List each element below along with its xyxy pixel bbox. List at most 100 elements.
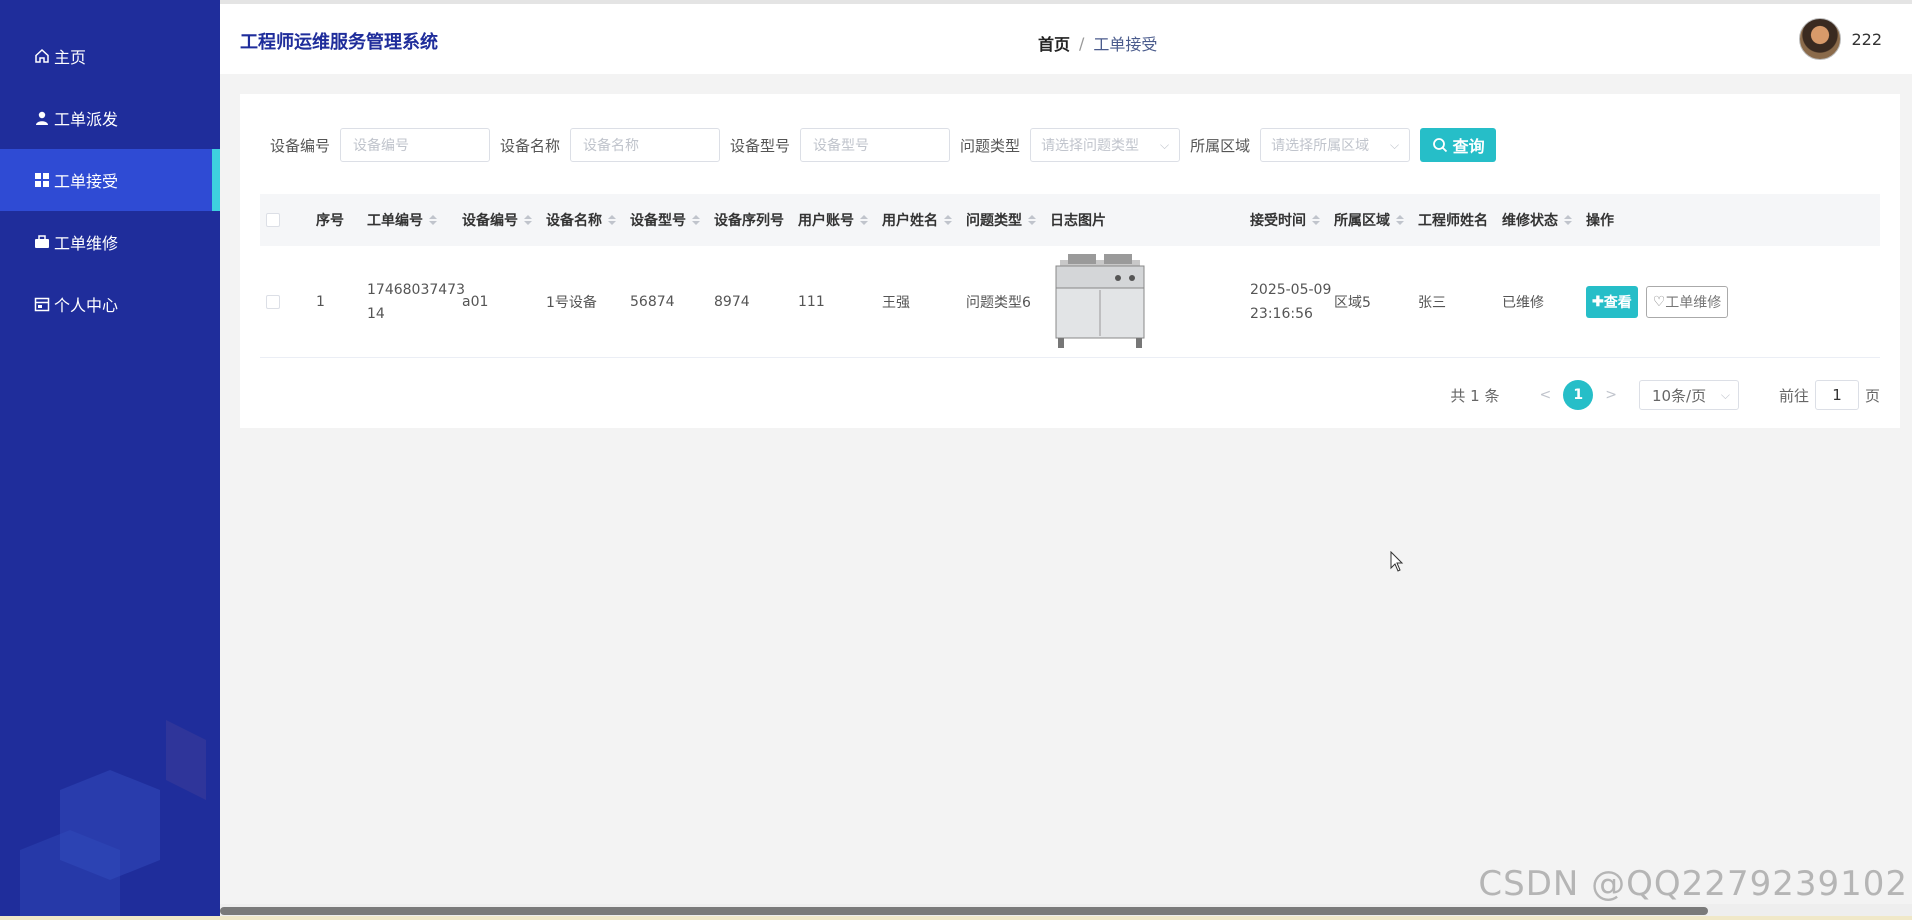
user-icon — [34, 110, 50, 126]
header-user-name[interactable]: 用户姓名 — [882, 210, 966, 230]
sidebar-item-accept[interactable]: 工单接受 — [0, 149, 220, 211]
header-label: 用户账号 — [798, 213, 854, 229]
page-size-value: 10条/页 — [1651, 386, 1707, 405]
breadcrumb-separator: / — [1079, 33, 1085, 53]
header-label: 设备型号 — [630, 213, 686, 229]
mouse-cursor-icon — [1390, 551, 1404, 572]
search-label-device-model: 设备型号 — [730, 136, 791, 155]
sidebar-item-dispatch[interactable]: 工单派发 — [0, 87, 220, 149]
header-device-name[interactable]: 设备名称 — [546, 210, 630, 230]
header-label: 工程师姓名 — [1418, 213, 1488, 229]
goto-page-input[interactable]: 1 — [1814, 380, 1859, 410]
sidebar-decoration — [20, 720, 206, 920]
header-label: 日志图片 — [1050, 213, 1106, 229]
header-label: 设备名称 — [546, 213, 602, 229]
cell-device-no: a01 — [462, 293, 489, 310]
query-button[interactable]: 查询 — [1420, 128, 1497, 162]
accept-clock: 23:16:56 — [1250, 305, 1313, 322]
log-image-thumbnail[interactable] — [1050, 253, 1150, 350]
horizontal-scrollbar[interactable] — [220, 904, 1912, 916]
region-placeholder: 请选择所属区域 — [1271, 138, 1370, 154]
select-all-checkbox[interactable] — [266, 213, 280, 227]
cell-problem-type: 问题类型6 — [966, 294, 1031, 311]
breadcrumb-current: 工单接受 — [1093, 35, 1158, 54]
header-problem-type[interactable]: 问题类型 — [966, 210, 1050, 230]
search-label-problem-type: 问题类型 — [960, 136, 1021, 155]
header-log-image: 日志图片 — [1050, 210, 1250, 230]
goto-label: 前往 — [1778, 386, 1809, 405]
header-label: 设备编号 — [462, 213, 518, 229]
device-no-input[interactable]: 设备编号 — [340, 128, 491, 162]
header-status[interactable]: 维修状态 — [1502, 210, 1586, 230]
cell-region: 区域5 — [1334, 294, 1371, 311]
page-size-select[interactable]: 10条/页 ⌵ — [1638, 380, 1739, 410]
user-menu[interactable]: 222 — [1799, 18, 1882, 60]
scrollbar-thumb[interactable] — [220, 907, 1708, 915]
repair-label: 工单维修 — [1665, 293, 1722, 310]
content-card: 设备编号 设备编号 设备名称 设备名称 设备型号 设备型号 问题类型 请选择问题… — [240, 94, 1900, 428]
device-name-input[interactable]: 设备名称 — [570, 128, 721, 162]
sort-icon[interactable] — [429, 215, 437, 225]
header-order-no[interactable]: 工单编号 — [367, 210, 462, 230]
sort-icon[interactable] — [944, 215, 952, 225]
table-row: 1 17468037473 14 a01 1号设备 56874 8974 111 … — [260, 246, 1880, 358]
sidebar-item-repair[interactable]: 工单维修 — [0, 211, 220, 273]
sidebar-item-label: 个人中心 — [54, 296, 119, 315]
header-device-serial: 设备序列号 — [714, 210, 798, 230]
header-device-no[interactable]: 设备编号 — [462, 210, 546, 230]
breadcrumb-home[interactable]: 首页 — [1038, 31, 1070, 55]
sidebar: 主页 工单派发 工单接受 工单维修 个人中心 — [0, 0, 220, 920]
cell-actions: ✚ 查看 ♡ 工单维修 — [1586, 285, 1756, 318]
avatar[interactable] — [1799, 18, 1842, 60]
sort-icon[interactable] — [692, 215, 700, 225]
pagination: 共 1 条 < 1 > 10条/页 ⌵ 前往 1 页 — [1450, 380, 1880, 410]
sidebar-item-label: 工单派发 — [54, 110, 119, 129]
grid-icon — [34, 172, 50, 188]
username: 222 — [1851, 29, 1882, 49]
header-label: 维修状态 — [1502, 213, 1558, 229]
cell-order-no: 17468037473 14 — [367, 278, 465, 326]
header-region[interactable]: 所属区域 — [1334, 210, 1418, 230]
device-model-input[interactable]: 设备型号 — [800, 128, 951, 162]
header-device-model[interactable]: 设备型号 — [630, 210, 714, 230]
cell-device-name: 1号设备 — [546, 294, 597, 311]
problem-type-select[interactable]: 请选择问题类型 ⌵ — [1030, 128, 1181, 162]
bottom-strip — [0, 916, 1912, 920]
cell-device-model: 56874 — [630, 293, 675, 310]
sort-icon[interactable] — [1028, 215, 1036, 225]
sort-icon[interactable] — [608, 215, 616, 225]
header-accept-time[interactable]: 接受时间 — [1250, 210, 1334, 230]
home-icon — [34, 48, 50, 64]
calendar-icon — [34, 296, 50, 312]
view-button[interactable]: ✚ 查看 — [1586, 285, 1638, 318]
sort-icon[interactable] — [1396, 215, 1404, 225]
sidebar-menu: 主页 工单派发 工单接受 工单维修 个人中心 — [0, 25, 220, 335]
header-label: 序号 — [316, 213, 344, 229]
sort-icon[interactable] — [524, 215, 532, 225]
sort-icon[interactable] — [1564, 215, 1572, 225]
prev-page-icon[interactable]: < — [1540, 387, 1552, 403]
sidebar-item-profile[interactable]: 个人中心 — [0, 273, 220, 335]
sort-icon[interactable] — [1312, 215, 1320, 225]
row-checkbox[interactable] — [266, 294, 280, 309]
cell-accept-time: 2025-05-09 23:16:56 — [1250, 278, 1334, 326]
next-page-icon[interactable]: > — [1605, 387, 1617, 403]
header-label: 所属区域 — [1334, 213, 1390, 229]
sidebar-item-home[interactable]: 主页 — [0, 25, 220, 87]
cell-log-image — [1050, 253, 1250, 350]
repair-button[interactable]: ♡ 工单维修 — [1645, 285, 1729, 318]
page-number-current[interactable]: 1 — [1563, 380, 1594, 410]
heart-icon: ♡ — [1652, 293, 1666, 309]
page-unit-label: 页 — [1864, 386, 1880, 405]
search-label-region: 所属区域 — [1190, 136, 1251, 155]
chevron-down-icon: ⌵ — [1159, 137, 1170, 152]
sidebar-item-label: 主页 — [54, 48, 87, 67]
chevron-down-icon: ⌵ — [1389, 137, 1400, 152]
header-user-account[interactable]: 用户账号 — [798, 210, 882, 230]
sort-icon[interactable] — [860, 215, 868, 225]
region-select[interactable]: 请选择所属区域 ⌵ — [1260, 128, 1411, 162]
system-title: 工程师运维服务管理系统 — [240, 32, 438, 53]
header-label: 用户姓名 — [882, 213, 938, 229]
header-label: 操作 — [1586, 213, 1614, 229]
query-label: 查询 — [1452, 139, 1485, 156]
